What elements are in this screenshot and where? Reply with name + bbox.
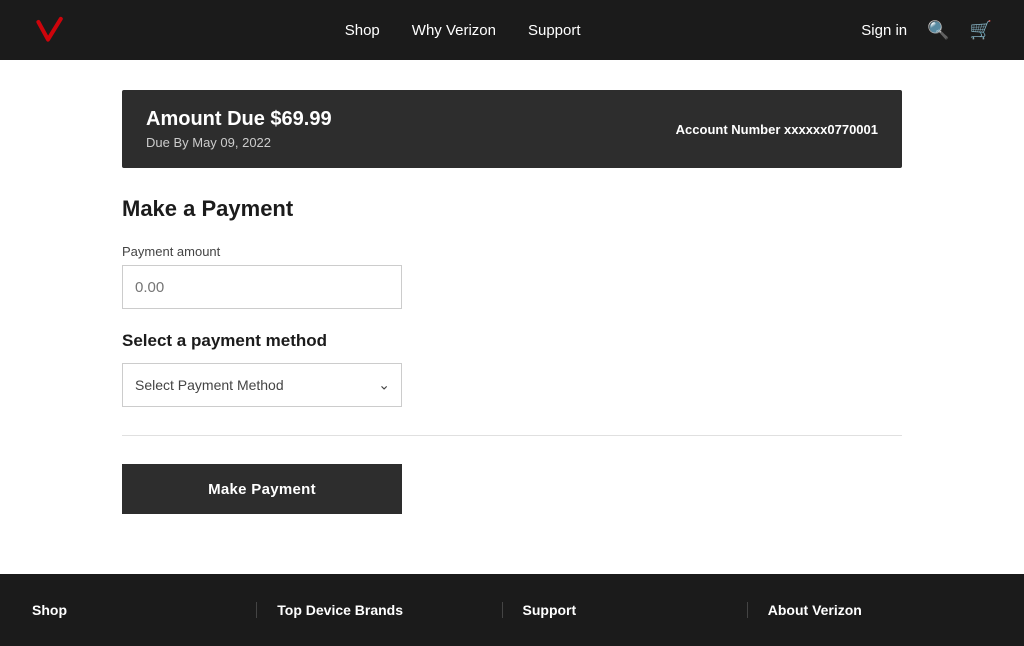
main-header: Shop Why Verizon Support Sign in 🔍 🛒 (0, 0, 1024, 60)
main-content: Amount Due $69.99 Due By May 09, 2022 Ac… (102, 60, 922, 574)
logo[interactable] (32, 14, 64, 46)
payment-amount-input[interactable] (122, 265, 402, 309)
footer-col-devices: Top Device Brands (257, 602, 502, 618)
header-actions: Sign in 🔍 🛒 (861, 20, 992, 41)
footer-about-label: About Verizon (768, 602, 862, 618)
amount-due-title: Amount Due $69.99 (146, 108, 332, 131)
payment-amount-group: Payment amount (122, 244, 902, 309)
main-footer: Shop Top Device Brands Support About Ver… (0, 574, 1024, 646)
footer-col-support: Support (503, 602, 748, 618)
footer-devices-label: Top Device Brands (277, 602, 403, 618)
search-icon[interactable]: 🔍 (927, 20, 949, 41)
footer-col-shop: Shop (32, 602, 257, 618)
nav-shop[interactable]: Shop (345, 22, 380, 39)
amount-due-banner: Amount Due $69.99 Due By May 09, 2022 Ac… (122, 90, 902, 168)
payment-select-wrapper: Select Payment Method Credit Card Debit … (122, 363, 402, 407)
footer-support-label: Support (523, 602, 577, 618)
account-number: Account Number xxxxxx0770001 (676, 122, 878, 137)
payment-amount-label: Payment amount (122, 244, 902, 259)
page-title: Make a Payment (122, 196, 902, 222)
main-nav: Shop Why Verizon Support (345, 22, 581, 39)
nav-support[interactable]: Support (528, 22, 581, 39)
nav-why-verizon[interactable]: Why Verizon (412, 22, 496, 39)
footer-col-about: About Verizon (748, 602, 992, 618)
payment-method-select[interactable]: Select Payment Method Credit Card Debit … (122, 363, 402, 407)
account-number-prefix: Account Number (676, 122, 784, 137)
account-number-value: xxxxxx0770001 (784, 122, 878, 137)
footer-shop-label: Shop (32, 602, 67, 618)
payment-method-group: Select a payment method Select Payment M… (122, 331, 902, 407)
section-divider (122, 435, 902, 436)
amount-due-left: Amount Due $69.99 Due By May 09, 2022 (146, 108, 332, 150)
cart-icon[interactable]: 🛒 (970, 20, 992, 41)
select-method-label: Select a payment method (122, 331, 902, 351)
due-date: Due By May 09, 2022 (146, 135, 332, 150)
sign-in-link[interactable]: Sign in (861, 22, 907, 39)
make-payment-button[interactable]: Make Payment (122, 464, 402, 514)
